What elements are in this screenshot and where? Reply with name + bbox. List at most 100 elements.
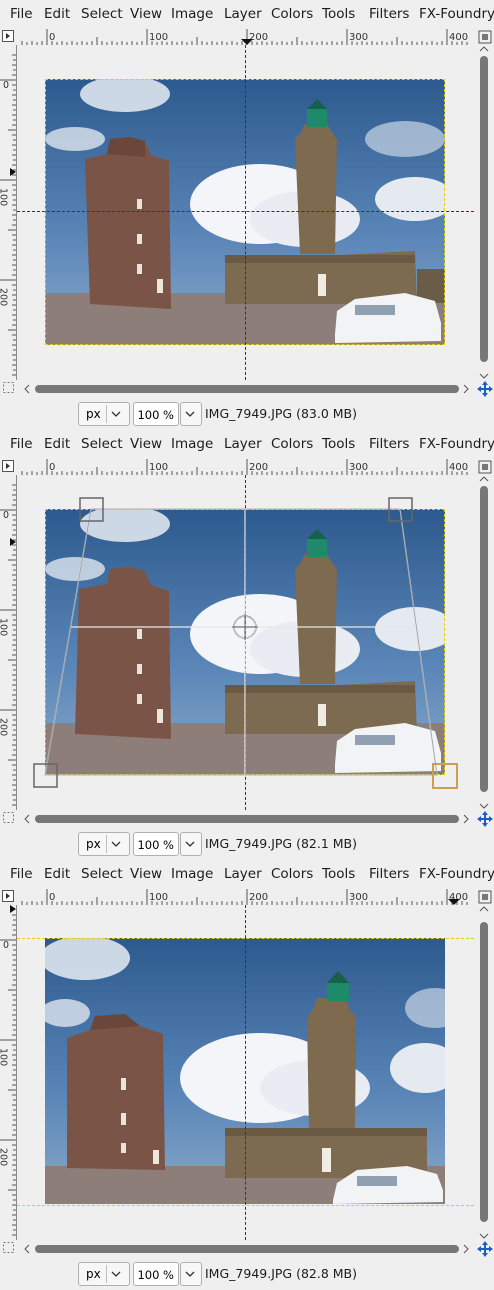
menu-view[interactable]: View <box>130 436 162 452</box>
menu-tools[interactable]: Tools <box>322 6 355 22</box>
hruler-label: 200 <box>249 892 268 903</box>
menu-fx-foundry[interactable]: FX-Foundry <box>419 6 494 22</box>
zoom-dropdown[interactable] <box>180 402 202 426</box>
menu-image[interactable]: Image <box>171 6 213 22</box>
menu-tools[interactable]: Tools <box>322 866 355 882</box>
guide-horizontal[interactable] <box>17 211 474 212</box>
vertical-ruler[interactable]: 0 100 200 <box>0 45 17 380</box>
zoom-field[interactable]: 100 % <box>133 402 179 426</box>
chevron-down-icon <box>111 1271 121 1277</box>
move-arrows-icon[interactable] <box>476 380 494 398</box>
arrow-menu-icon[interactable] <box>2 30 14 42</box>
panel-before: File Edit Select View Image Layer Colors… <box>0 0 494 430</box>
zoom-value: 100 % <box>137 1268 174 1282</box>
menu-edit[interactable]: Edit <box>44 866 70 882</box>
unit-select[interactable]: px <box>78 402 130 426</box>
hruler-label: 300 <box>349 892 368 903</box>
quick-mask-icon[interactable] <box>2 1241 16 1255</box>
guide-vertical[interactable] <box>245 905 246 1240</box>
zoom-dropdown[interactable] <box>180 1262 202 1286</box>
menu-filters[interactable]: Filters <box>369 866 409 882</box>
vruler-label: 0 <box>3 510 9 521</box>
horizontal-scrollbar[interactable] <box>22 1241 472 1257</box>
menu-view[interactable]: View <box>130 6 162 22</box>
chevron-down-icon <box>185 1271 195 1277</box>
vertical-ruler[interactable]: 0 100 200 <box>0 475 17 810</box>
file-info: IMG_7949.JPG (82.8 MB) <box>205 1266 357 1281</box>
statusbar: px 100 % IMG_7949.JPG (82.8 MB) <box>0 1260 494 1290</box>
menubar: File Edit Select View Image Layer Colors… <box>0 0 494 28</box>
vruler-label: 200 <box>0 1148 9 1166</box>
menu-image[interactable]: Image <box>171 866 213 882</box>
arrow-menu-icon[interactable] <box>2 460 14 472</box>
menu-fx-foundry[interactable]: FX-Foundry <box>419 436 494 452</box>
menu-tools[interactable]: Tools <box>322 436 355 452</box>
menu-filters[interactable]: Filters <box>369 6 409 22</box>
image-canvas[interactable] <box>17 475 474 810</box>
zoom-dropdown[interactable] <box>180 832 202 856</box>
hruler-label: 300 <box>349 32 368 43</box>
hruler-label: 200 <box>249 32 268 43</box>
menu-layer[interactable]: Layer <box>224 436 262 452</box>
unit-select[interactable]: px <box>78 1262 130 1286</box>
hruler-label: 400 <box>449 32 468 43</box>
menu-colors[interactable]: Colors <box>271 436 313 452</box>
vertical-scrollbar[interactable] <box>477 46 491 380</box>
menu-file[interactable]: File <box>10 436 33 452</box>
arrow-menu-icon[interactable] <box>2 890 14 902</box>
zoom-field[interactable]: 100 % <box>133 1262 179 1286</box>
quick-mask-icon[interactable] <box>2 811 16 825</box>
menu-select[interactable]: Select <box>81 436 123 452</box>
vertical-ruler[interactable]: 0 100 200 <box>0 905 17 1240</box>
horizontal-scrollbar[interactable] <box>22 811 472 827</box>
menu-select[interactable]: Select <box>81 866 123 882</box>
navigation-icon[interactable] <box>477 459 493 475</box>
horizontal-ruler[interactable]: 0 100 200 300 400 <box>16 29 474 46</box>
vruler-label: 100 <box>0 618 9 636</box>
menu-layer[interactable]: Layer <box>224 6 262 22</box>
hruler-label: 100 <box>149 892 168 903</box>
transform-handle-active[interactable] <box>432 763 458 789</box>
image-canvas[interactable] <box>17 45 474 380</box>
menu-colors[interactable]: Colors <box>271 6 313 22</box>
menu-file[interactable]: File <box>10 866 33 882</box>
menu-view[interactable]: View <box>130 866 162 882</box>
menu-layer[interactable]: Layer <box>224 866 262 882</box>
vruler-label: 100 <box>0 1048 9 1066</box>
chevron-down-icon <box>185 411 195 417</box>
zoom-field[interactable]: 100 % <box>133 832 179 856</box>
vertical-scrollbar[interactable] <box>477 476 491 810</box>
statusbar: px 100 % IMG_7949.JPG (83.0 MB) <box>0 400 494 430</box>
quick-mask-icon[interactable] <box>2 381 16 395</box>
hruler-label: 200 <box>249 462 268 473</box>
chevron-down-icon <box>111 411 121 417</box>
vruler-label: 0 <box>3 940 9 951</box>
horizontal-ruler[interactable]: 0 100 200 300 400 <box>16 459 474 476</box>
menu-fx-foundry[interactable]: FX-Foundry <box>419 866 494 882</box>
zoom-value: 100 % <box>137 838 174 852</box>
vruler-label: 200 <box>0 288 9 306</box>
menu-select[interactable]: Select <box>81 6 123 22</box>
menu-file[interactable]: File <box>10 6 33 22</box>
unit-select[interactable]: px <box>78 832 130 856</box>
menu-filters[interactable]: Filters <box>369 436 409 452</box>
navigation-icon[interactable] <box>477 889 493 905</box>
hruler-label: 300 <box>349 462 368 473</box>
guide-vertical[interactable] <box>245 45 246 380</box>
unit-value: px <box>86 407 101 421</box>
menu-colors[interactable]: Colors <box>271 866 313 882</box>
pivot-crosshair-icon[interactable] <box>232 614 258 640</box>
statusbar: px 100 % IMG_7949.JPG (82.1 MB) <box>0 830 494 860</box>
file-info: IMG_7949.JPG (83.0 MB) <box>205 406 357 421</box>
menu-edit[interactable]: Edit <box>44 6 70 22</box>
move-arrows-icon[interactable] <box>476 810 494 828</box>
move-arrows-icon[interactable] <box>476 1240 494 1258</box>
menu-edit[interactable]: Edit <box>44 436 70 452</box>
navigation-icon[interactable] <box>477 29 493 45</box>
menu-image[interactable]: Image <box>171 436 213 452</box>
vertical-scrollbar[interactable] <box>477 906 491 1240</box>
image-canvas[interactable] <box>17 905 474 1240</box>
perspective-grid[interactable] <box>17 475 474 810</box>
horizontal-ruler[interactable]: 0 100 200 300 400 <box>16 889 474 906</box>
horizontal-scrollbar[interactable] <box>22 381 472 397</box>
